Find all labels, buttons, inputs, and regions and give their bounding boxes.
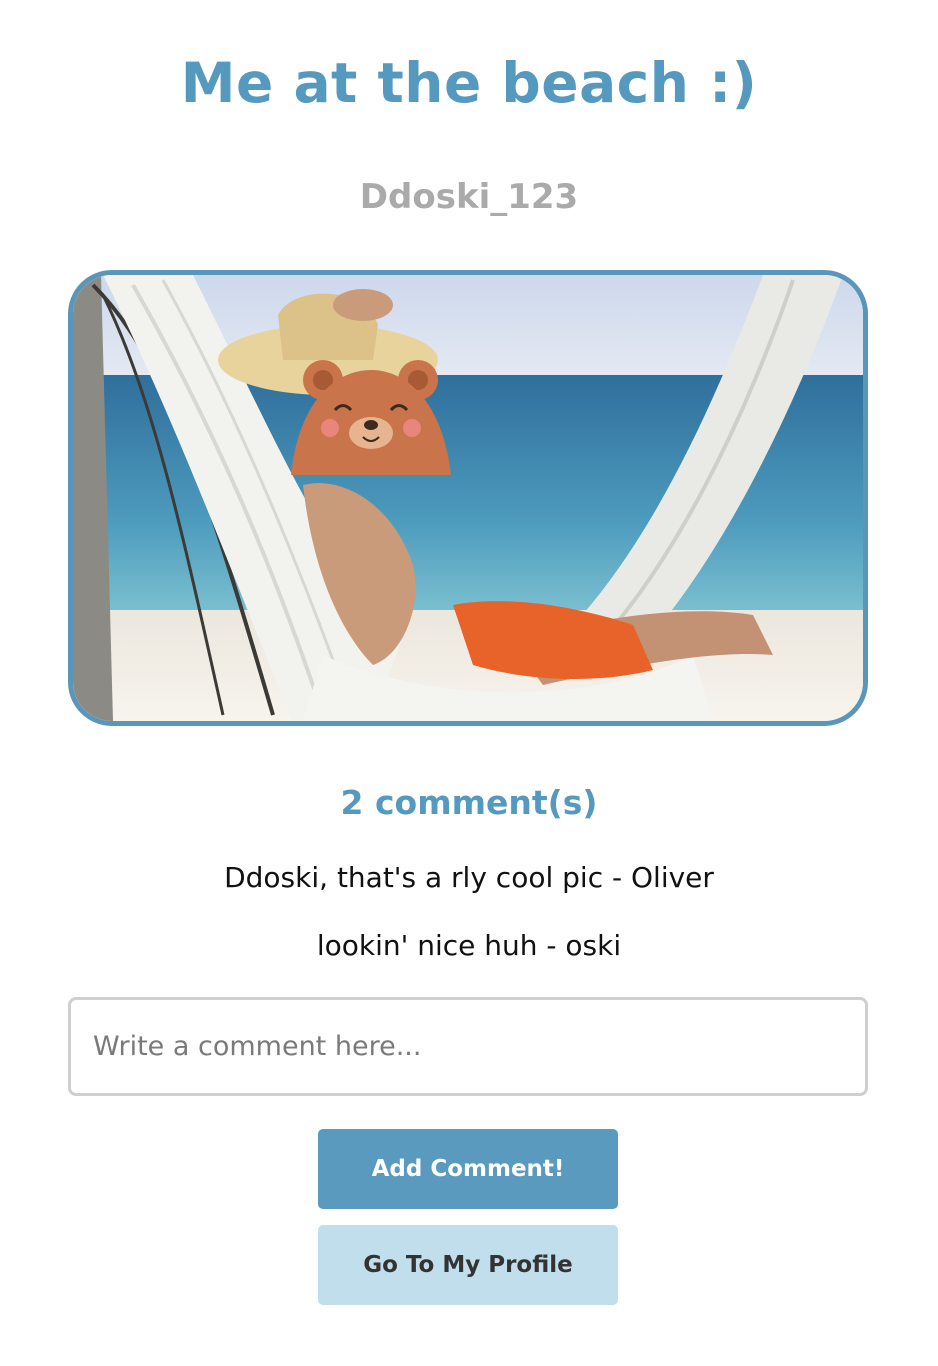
comment-input[interactable] [68,997,868,1096]
comment-list: Ddoski, that's a rly cool pic - Oliver l… [0,856,938,992]
comment-item: lookin' nice huh - oski [316,929,622,962]
post-photo [68,270,868,726]
post-title: Me at the beach :) [180,51,758,115]
add-comment-button[interactable]: Add Comment! [318,1129,618,1209]
comment-item: Ddoski, that's a rly cool pic - Oliver [224,861,714,894]
go-to-profile-button[interactable]: Go To My Profile [318,1225,618,1305]
post-author: Ddoski_123 [359,177,579,217]
comment-count: 2 comment(s) [340,783,598,822]
post-page: Me at the beach :) Ddoski_123 2 comment(… [0,0,938,1366]
beach-photo-illustration [73,275,863,721]
